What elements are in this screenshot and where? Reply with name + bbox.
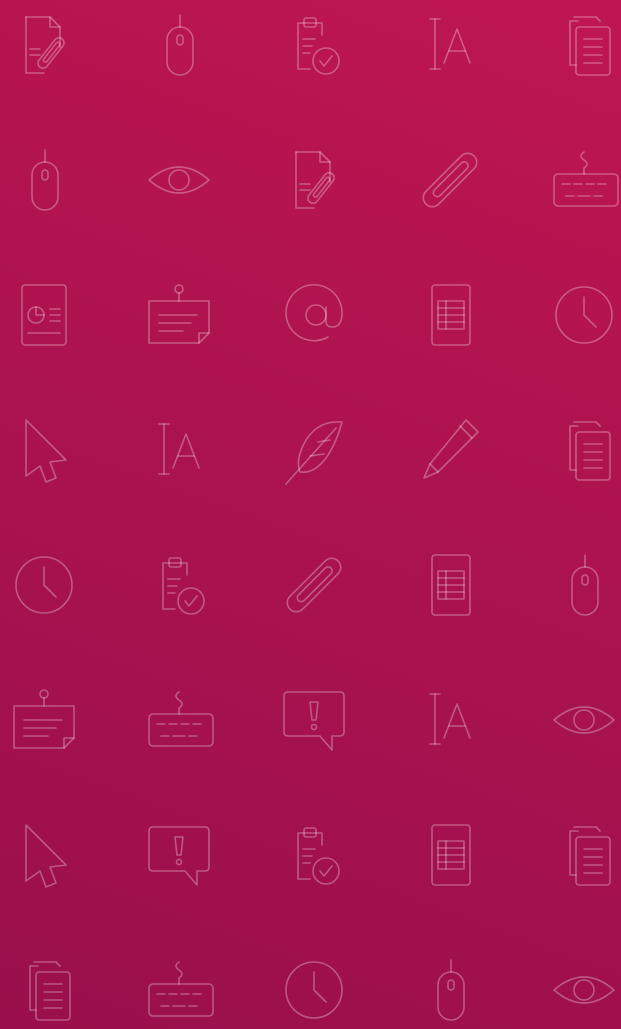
attachment-document-icon: [4, 5, 84, 85]
mouse-icon: [544, 545, 621, 625]
pinned-note-icon: [4, 680, 84, 760]
mouse-icon: [139, 5, 219, 85]
text-cursor-icon: [410, 680, 490, 760]
keyboard-icon: [544, 140, 621, 220]
cursor-pointer-icon: [4, 410, 84, 490]
paperclip-icon: [410, 140, 490, 220]
paperclip-icon: [274, 545, 354, 625]
spreadsheet-icon: [410, 275, 490, 355]
text-cursor-icon: [139, 410, 219, 490]
copy-documents-icon: [544, 410, 621, 490]
spreadsheet-icon: [410, 815, 490, 895]
clock-icon: [4, 545, 84, 625]
text-cursor-icon: [410, 5, 490, 85]
copy-documents-icon: [544, 5, 621, 85]
pencil-icon: [410, 410, 490, 490]
eye-icon: [139, 140, 219, 220]
copy-documents-icon: [4, 950, 84, 1029]
eye-icon: [544, 680, 621, 760]
feather-icon: [274, 410, 354, 490]
patterned-background: [0, 0, 621, 1029]
keyboard-icon: [139, 680, 219, 760]
icon-pattern: [0, 0, 621, 1029]
eye-icon: [544, 950, 621, 1029]
copy-documents-icon: [544, 815, 621, 895]
at-sign-icon: [274, 275, 354, 355]
alert-message-icon: [139, 815, 219, 895]
cursor-pointer-icon: [4, 815, 84, 895]
clipboard-check-icon: [139, 545, 219, 625]
pinned-note-icon: [139, 275, 219, 355]
spreadsheet-icon: [410, 545, 490, 625]
clock-icon: [544, 275, 621, 355]
mouse-icon: [4, 140, 84, 220]
clipboard-check-icon: [274, 815, 354, 895]
keyboard-icon: [139, 950, 219, 1029]
attachment-document-icon: [274, 140, 354, 220]
report-document-icon: [4, 275, 84, 355]
mouse-icon: [410, 950, 490, 1029]
clock-icon: [274, 950, 354, 1029]
clipboard-check-icon: [274, 5, 354, 85]
alert-message-icon: [274, 680, 354, 760]
